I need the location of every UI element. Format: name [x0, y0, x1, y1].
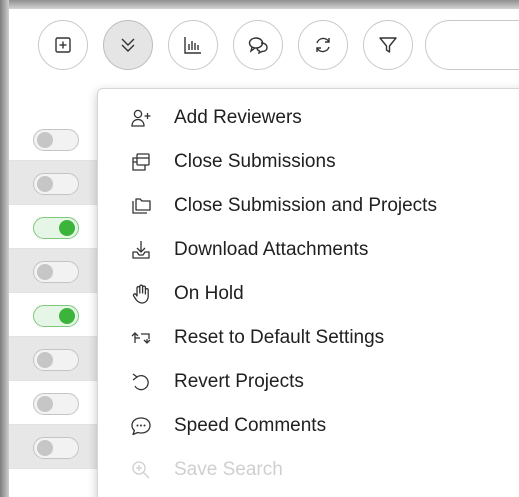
- actions-dropdown-menu: Add Reviewers Close Submissions Close Su…: [97, 88, 519, 497]
- table-row: [9, 117, 104, 161]
- row-toggle[interactable]: [33, 261, 79, 283]
- refresh-icon: [316, 37, 330, 53]
- menu-item-add-reviewers[interactable]: Add Reviewers: [98, 98, 519, 138]
- menu-item-label: Save Search: [174, 459, 283, 480]
- add-box-icon: [55, 37, 71, 53]
- add-box-button[interactable]: [38, 20, 88, 70]
- table-row: [9, 249, 104, 293]
- table-row: [9, 205, 104, 249]
- menu-item-label: Reset to Default Settings: [174, 327, 385, 348]
- row-toggle[interactable]: [33, 437, 79, 459]
- table-row: [9, 293, 104, 337]
- menu-item-label: Download Attachments: [174, 239, 369, 260]
- chart-button[interactable]: [168, 20, 218, 70]
- row-toggle[interactable]: [33, 393, 79, 415]
- menu-item-close-submission-and-projects[interactable]: Close Submission and Projects: [98, 186, 519, 226]
- download-tray-icon: [130, 239, 152, 261]
- menu-item-reset-default-settings[interactable]: Reset to Default Settings: [98, 318, 519, 358]
- toggle-knob: [37, 352, 53, 368]
- search-input[interactable]: [425, 20, 519, 70]
- grid-rows: [9, 117, 104, 497]
- app-window: Add Reviewers Close Submissions Close Su…: [0, 0, 519, 497]
- row-toggle[interactable]: [33, 349, 79, 371]
- undo-icon: [130, 371, 152, 393]
- menu-item-save-search[interactable]: Save Search: [98, 450, 519, 490]
- row-toggle[interactable]: [33, 173, 79, 195]
- menu-item-label: Close Submission and Projects: [174, 195, 437, 216]
- bar-chart-icon: [184, 37, 201, 54]
- refresh-button[interactable]: [298, 20, 348, 70]
- menu-item-close-submissions[interactable]: Close Submissions: [98, 142, 519, 182]
- toggle-knob: [37, 440, 53, 456]
- toggle-knob: [37, 396, 53, 412]
- row-toggle[interactable]: [33, 217, 79, 239]
- chat-bubbles-icon: [248, 37, 268, 55]
- menu-item-label: Add Reviewers: [174, 107, 302, 128]
- hand-icon: [130, 283, 152, 305]
- folders-icon: [130, 195, 152, 217]
- toggle-knob: [59, 220, 75, 236]
- menu-item-speed-comments[interactable]: Speed Comments: [98, 406, 519, 446]
- window-top-edge: [0, 0, 519, 9]
- filter-button[interactable]: [363, 20, 413, 70]
- table-row: [9, 425, 104, 469]
- toggle-knob: [37, 264, 53, 280]
- toggle-knob: [37, 176, 53, 192]
- more-actions-button[interactable]: [103, 20, 153, 70]
- menu-item-on-hold[interactable]: On Hold: [98, 274, 519, 314]
- menu-item-label: Speed Comments: [174, 415, 327, 436]
- table-row: [9, 337, 104, 381]
- zoom-in-icon: [130, 459, 152, 481]
- stacked-windows-icon: [130, 151, 152, 173]
- table-row: [9, 161, 104, 205]
- menu-item-label: Close Submissions: [174, 151, 336, 172]
- toggle-knob: [59, 308, 75, 324]
- menu-item-revert-projects[interactable]: Revert Projects: [98, 362, 519, 402]
- toggle-knob: [37, 132, 53, 148]
- menu-item-download-attachments[interactable]: Download Attachments: [98, 230, 519, 270]
- window-left-edge: [0, 0, 9, 497]
- row-toggle[interactable]: [33, 129, 79, 151]
- comments-button[interactable]: [233, 20, 283, 70]
- add-user-icon: [130, 107, 152, 129]
- menu-item-label: Revert Projects: [174, 371, 304, 392]
- row-toggle[interactable]: [33, 305, 79, 327]
- reset-arrows-icon: [130, 327, 152, 349]
- toolbar: [9, 9, 519, 91]
- filter-icon: [379, 37, 397, 53]
- double-chevron-down-icon: [121, 38, 135, 52]
- table-row: [9, 381, 104, 425]
- comment-icon: [130, 415, 152, 437]
- menu-item-label: On Hold: [174, 283, 244, 304]
